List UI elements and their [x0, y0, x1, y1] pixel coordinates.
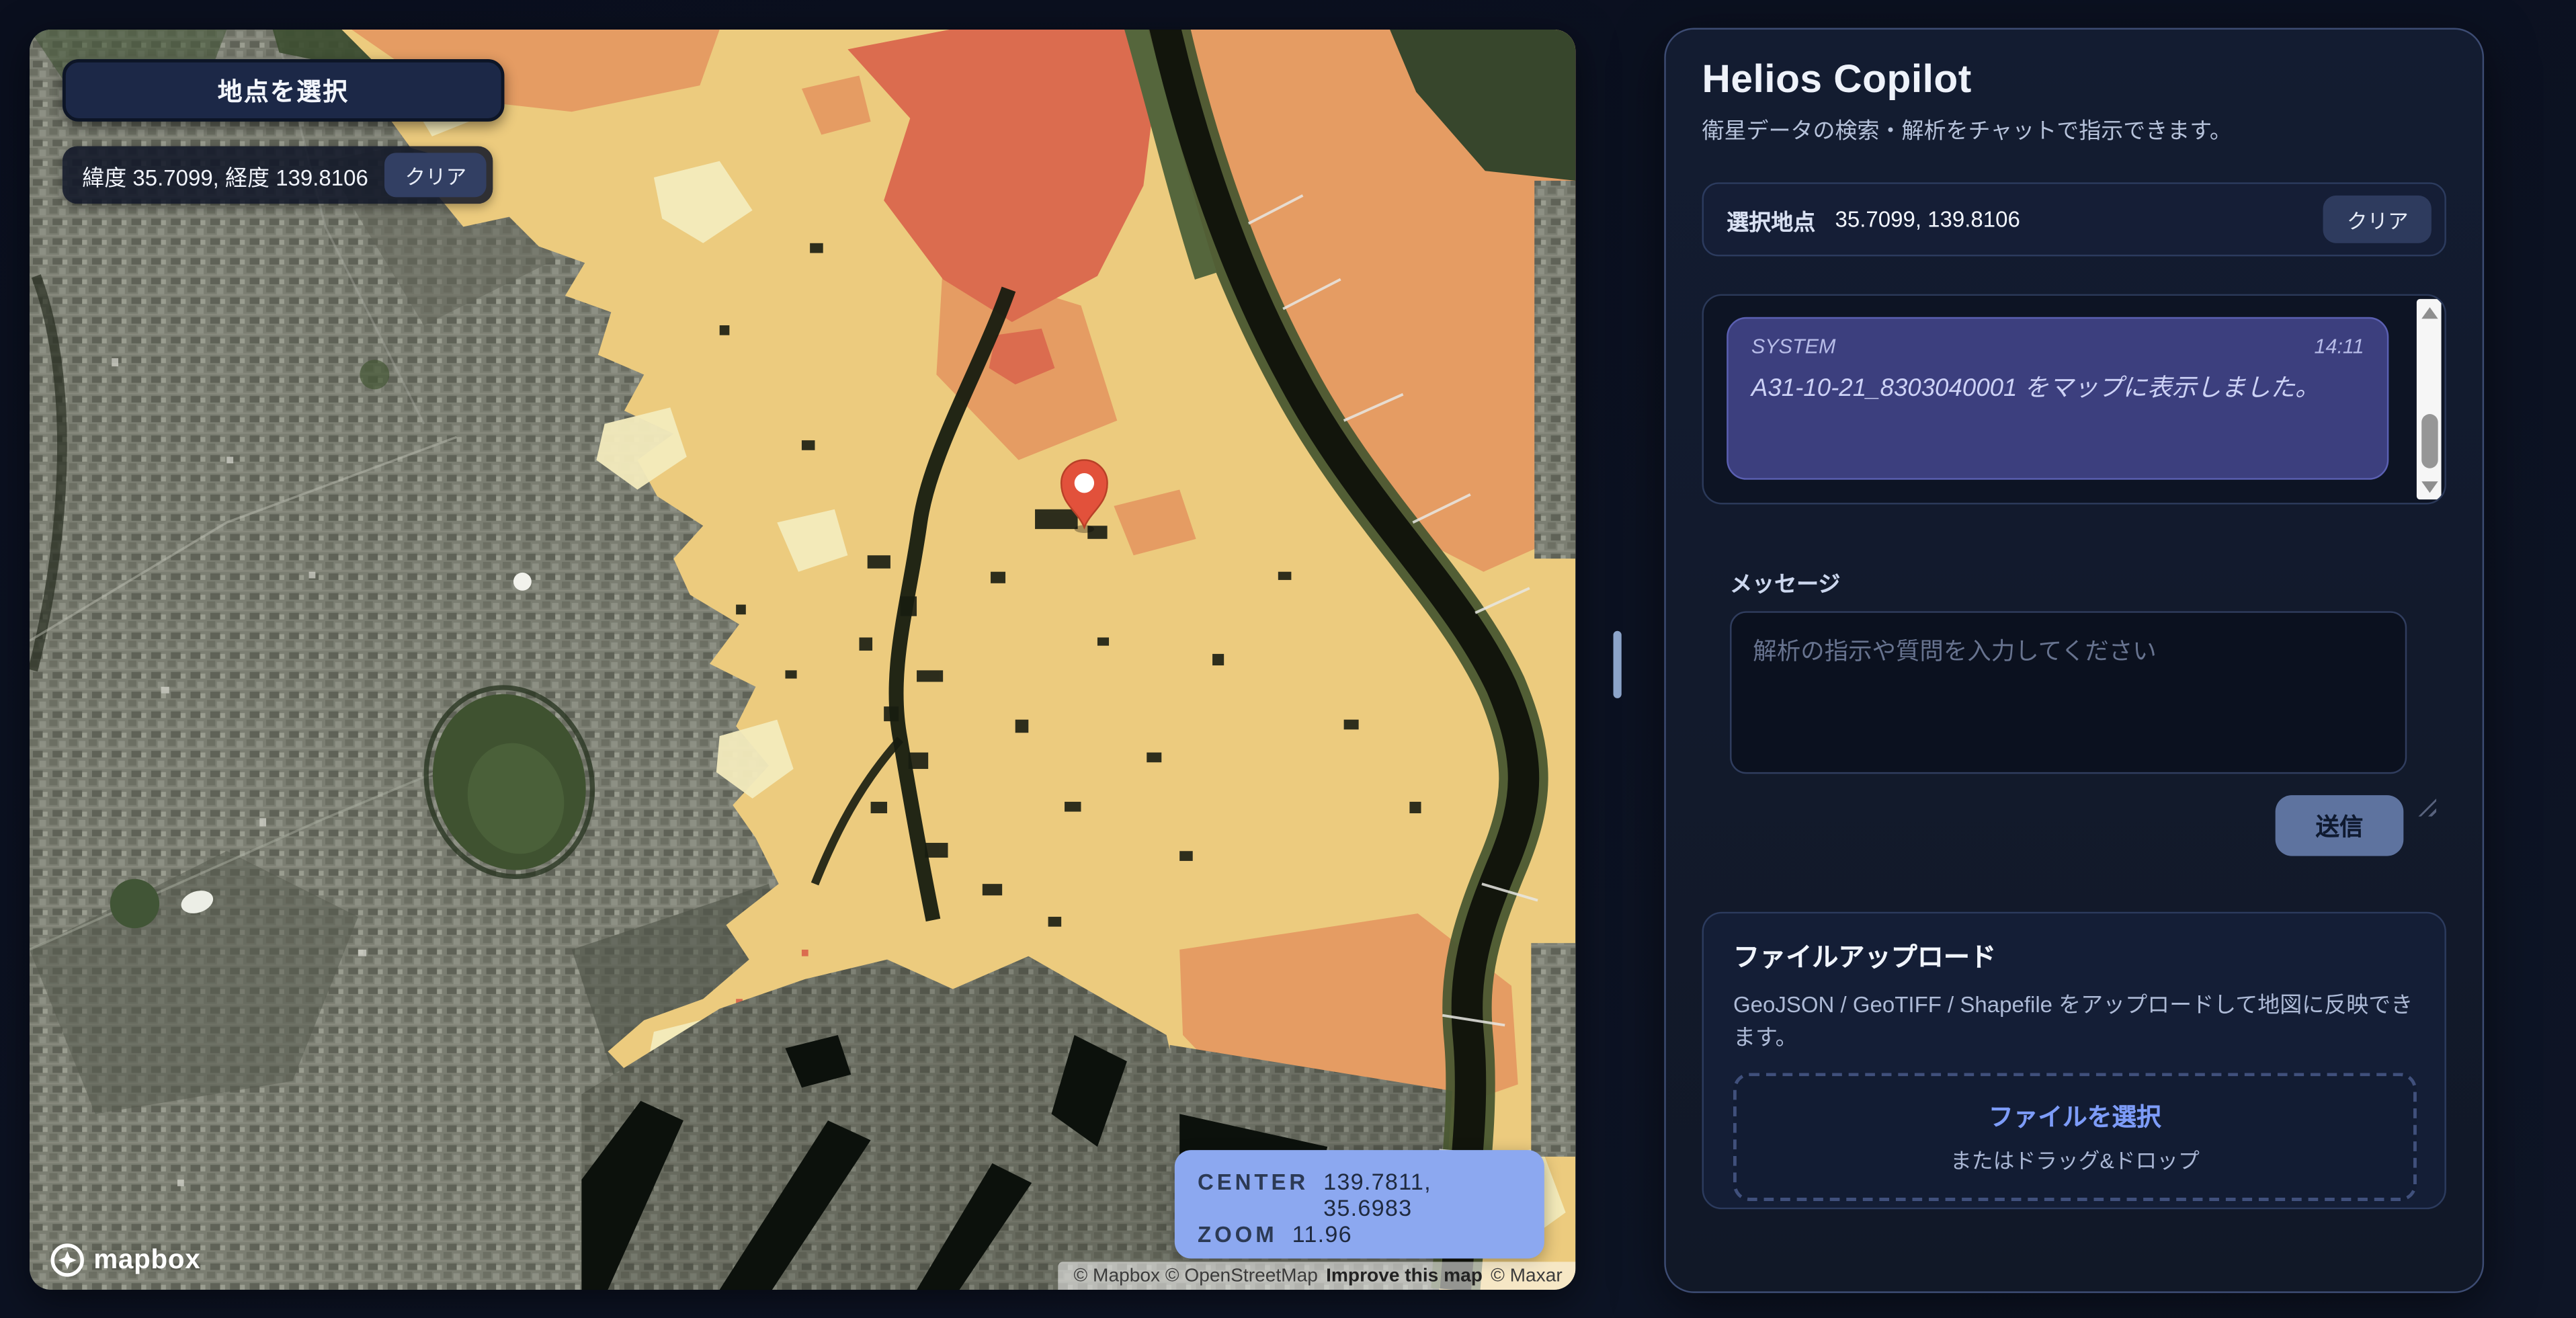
zoom-value: 11.96	[1292, 1221, 1352, 1247]
panel-resize-handle[interactable]	[1614, 631, 1622, 698]
selected-point-row: 選択地点 35.7099, 139.8106 クリア	[1702, 182, 2446, 256]
scroll-down-icon[interactable]	[2417, 473, 2442, 499]
textarea-resize-grip[interactable]	[2418, 798, 2436, 817]
message-time: 14:11	[2314, 335, 2364, 358]
attribution-text: © Mapbox © OpenStreetMap	[1074, 1266, 1318, 1286]
mapbox-logo[interactable]: mapbox	[49, 1242, 200, 1278]
map-coordinates-text: 緯度 35.7099, 経度 139.8106	[82, 159, 372, 192]
map-status-badge: CENTER 139.7811, 35.6983 ZOOM 11.96	[1175, 1150, 1544, 1258]
message-text: A31-10-21_8303040001 をマップに表示しました。	[1751, 370, 2364, 409]
map-clear-button[interactable]: クリア	[385, 153, 486, 197]
page-title: Helios Copilot	[1702, 56, 2446, 105]
zoom-label: ZOOM	[1198, 1223, 1278, 1247]
map-canvas[interactable]: 地点を選択 緯度 35.7099, 経度 139.8106 クリア CENTER…	[30, 30, 1575, 1290]
copilot-panel: Helios Copilot 衛星データの検索・解析をチャットで指示できます。 …	[1664, 28, 2484, 1293]
file-upload-card: ファイルアップロード GeoJSON / GeoTIFF / Shapefile…	[1702, 912, 2446, 1209]
map-attribution: © Mapbox © OpenStreetMap Improve this ma…	[1057, 1262, 1575, 1290]
app: 地点を選択 緯度 35.7099, 経度 139.8106 クリア CENTER…	[0, 0, 2576, 1318]
message-role: SYSTEM	[1751, 335, 1836, 358]
attribution-maxar: © Maxar	[1491, 1266, 1563, 1286]
message-label: メッセージ	[1730, 565, 2446, 598]
dropzone-hint: またはドラッグ&ドロップ	[1950, 1143, 2200, 1174]
chat-scrollbar[interactable]	[2417, 299, 2442, 499]
selected-point-label: 選択地点	[1727, 203, 1815, 236]
mapbox-icon	[49, 1242, 85, 1278]
choose-file-button[interactable]: ファイルを選択	[1989, 1099, 2161, 1133]
upload-description: GeoJSON / GeoTIFF / Shapefile をアップロードして地…	[1733, 989, 2417, 1055]
upload-title: ファイルアップロード	[1733, 935, 2417, 975]
file-dropzone[interactable]: ファイルを選択 またはドラッグ&ドロップ	[1733, 1073, 2417, 1201]
panel-subtitle: 衛星データの検索・解析をチャットで指示できます。	[1702, 115, 2446, 148]
center-label: CENTER	[1198, 1169, 1308, 1194]
select-point-button[interactable]: 地点を選択	[63, 59, 505, 122]
map-coordinates-bar: 緯度 35.7099, 経度 139.8106 クリア	[63, 147, 493, 204]
scrollbar-thumb[interactable]	[2421, 414, 2437, 468]
selected-point-clear-button[interactable]: クリア	[2324, 196, 2432, 243]
improve-map-link[interactable]: Improve this map	[1326, 1266, 1483, 1286]
send-button[interactable]: 送信	[2276, 795, 2404, 856]
scroll-up-icon[interactable]	[2417, 299, 2442, 325]
chat-message-list[interactable]: SYSTEM 14:11 A31-10-21_8303040001 をマップに表…	[1702, 294, 2446, 505]
selected-point-value: 35.7099, 139.8106	[1835, 207, 2304, 232]
center-value: 139.7811, 35.6983	[1323, 1168, 1522, 1221]
chat-message: SYSTEM 14:11 A31-10-21_8303040001 をマップに表…	[1727, 317, 2388, 480]
satellite-hazard-map	[30, 30, 1575, 1290]
mapbox-wordmark: mapbox	[93, 1245, 200, 1276]
message-input[interactable]	[1730, 611, 2407, 774]
